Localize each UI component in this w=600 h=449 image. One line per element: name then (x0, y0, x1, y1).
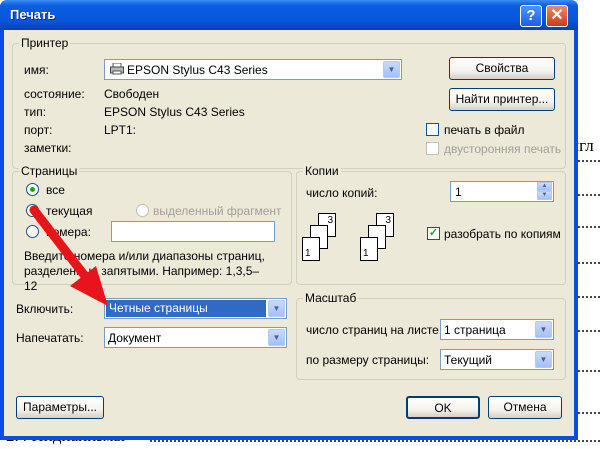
red-arrow-annotation (29, 205, 108, 306)
